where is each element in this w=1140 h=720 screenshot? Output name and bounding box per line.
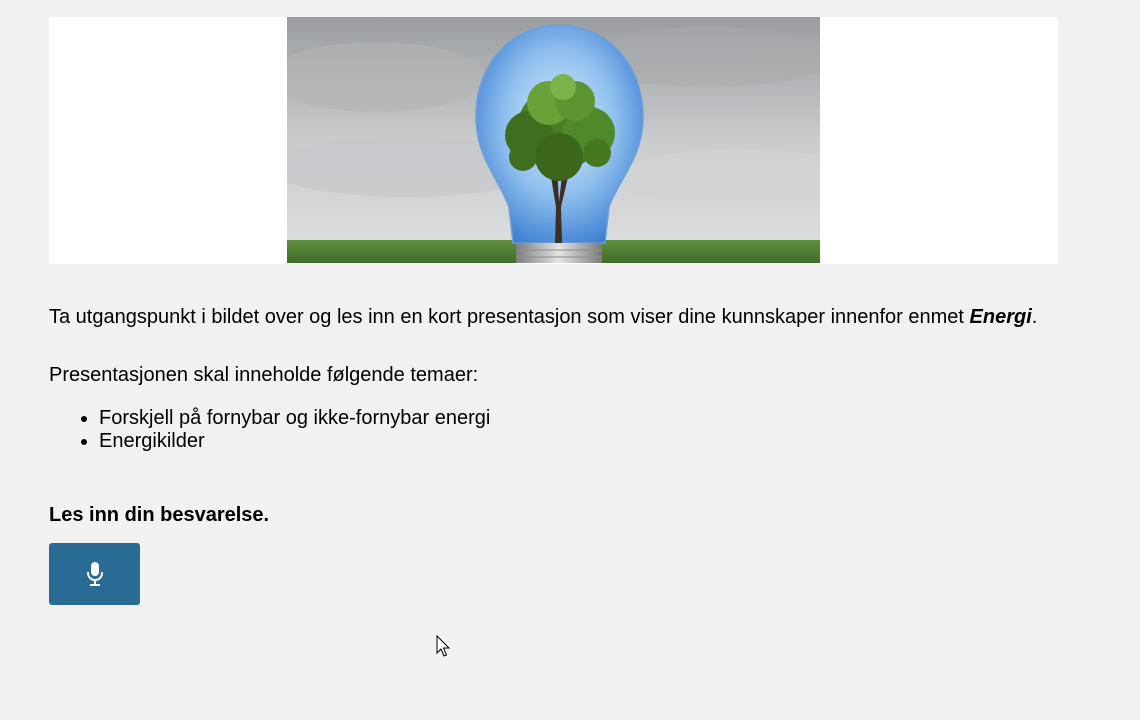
list-item: Energikilder: [99, 430, 490, 453]
mouse-cursor-icon: [436, 635, 451, 657]
microphone-icon: [86, 562, 103, 586]
list-item: Forskjell på fornybar og ikke-fornybar e…: [99, 407, 490, 430]
topics-heading: Presentasjonen skal inneholde følgende t…: [49, 364, 479, 386]
topics-list: Forskjell på fornybar og ikke-fornybar e…: [49, 407, 490, 453]
task-instruction-end: .: [1031, 306, 1038, 328]
image-frame: [49, 17, 1058, 264]
answer-label: Les inn din besvarelse.: [49, 504, 270, 526]
task-subject: Energi: [969, 306, 1032, 328]
record-button[interactable]: [49, 543, 140, 605]
task-instruction: Ta utgangspunkt i bildet over og les inn…: [49, 305, 1037, 329]
task-instruction-text: Ta utgangspunkt i bildet over og les inn…: [49, 306, 970, 328]
lightbulb-tree-image: [287, 17, 820, 263]
